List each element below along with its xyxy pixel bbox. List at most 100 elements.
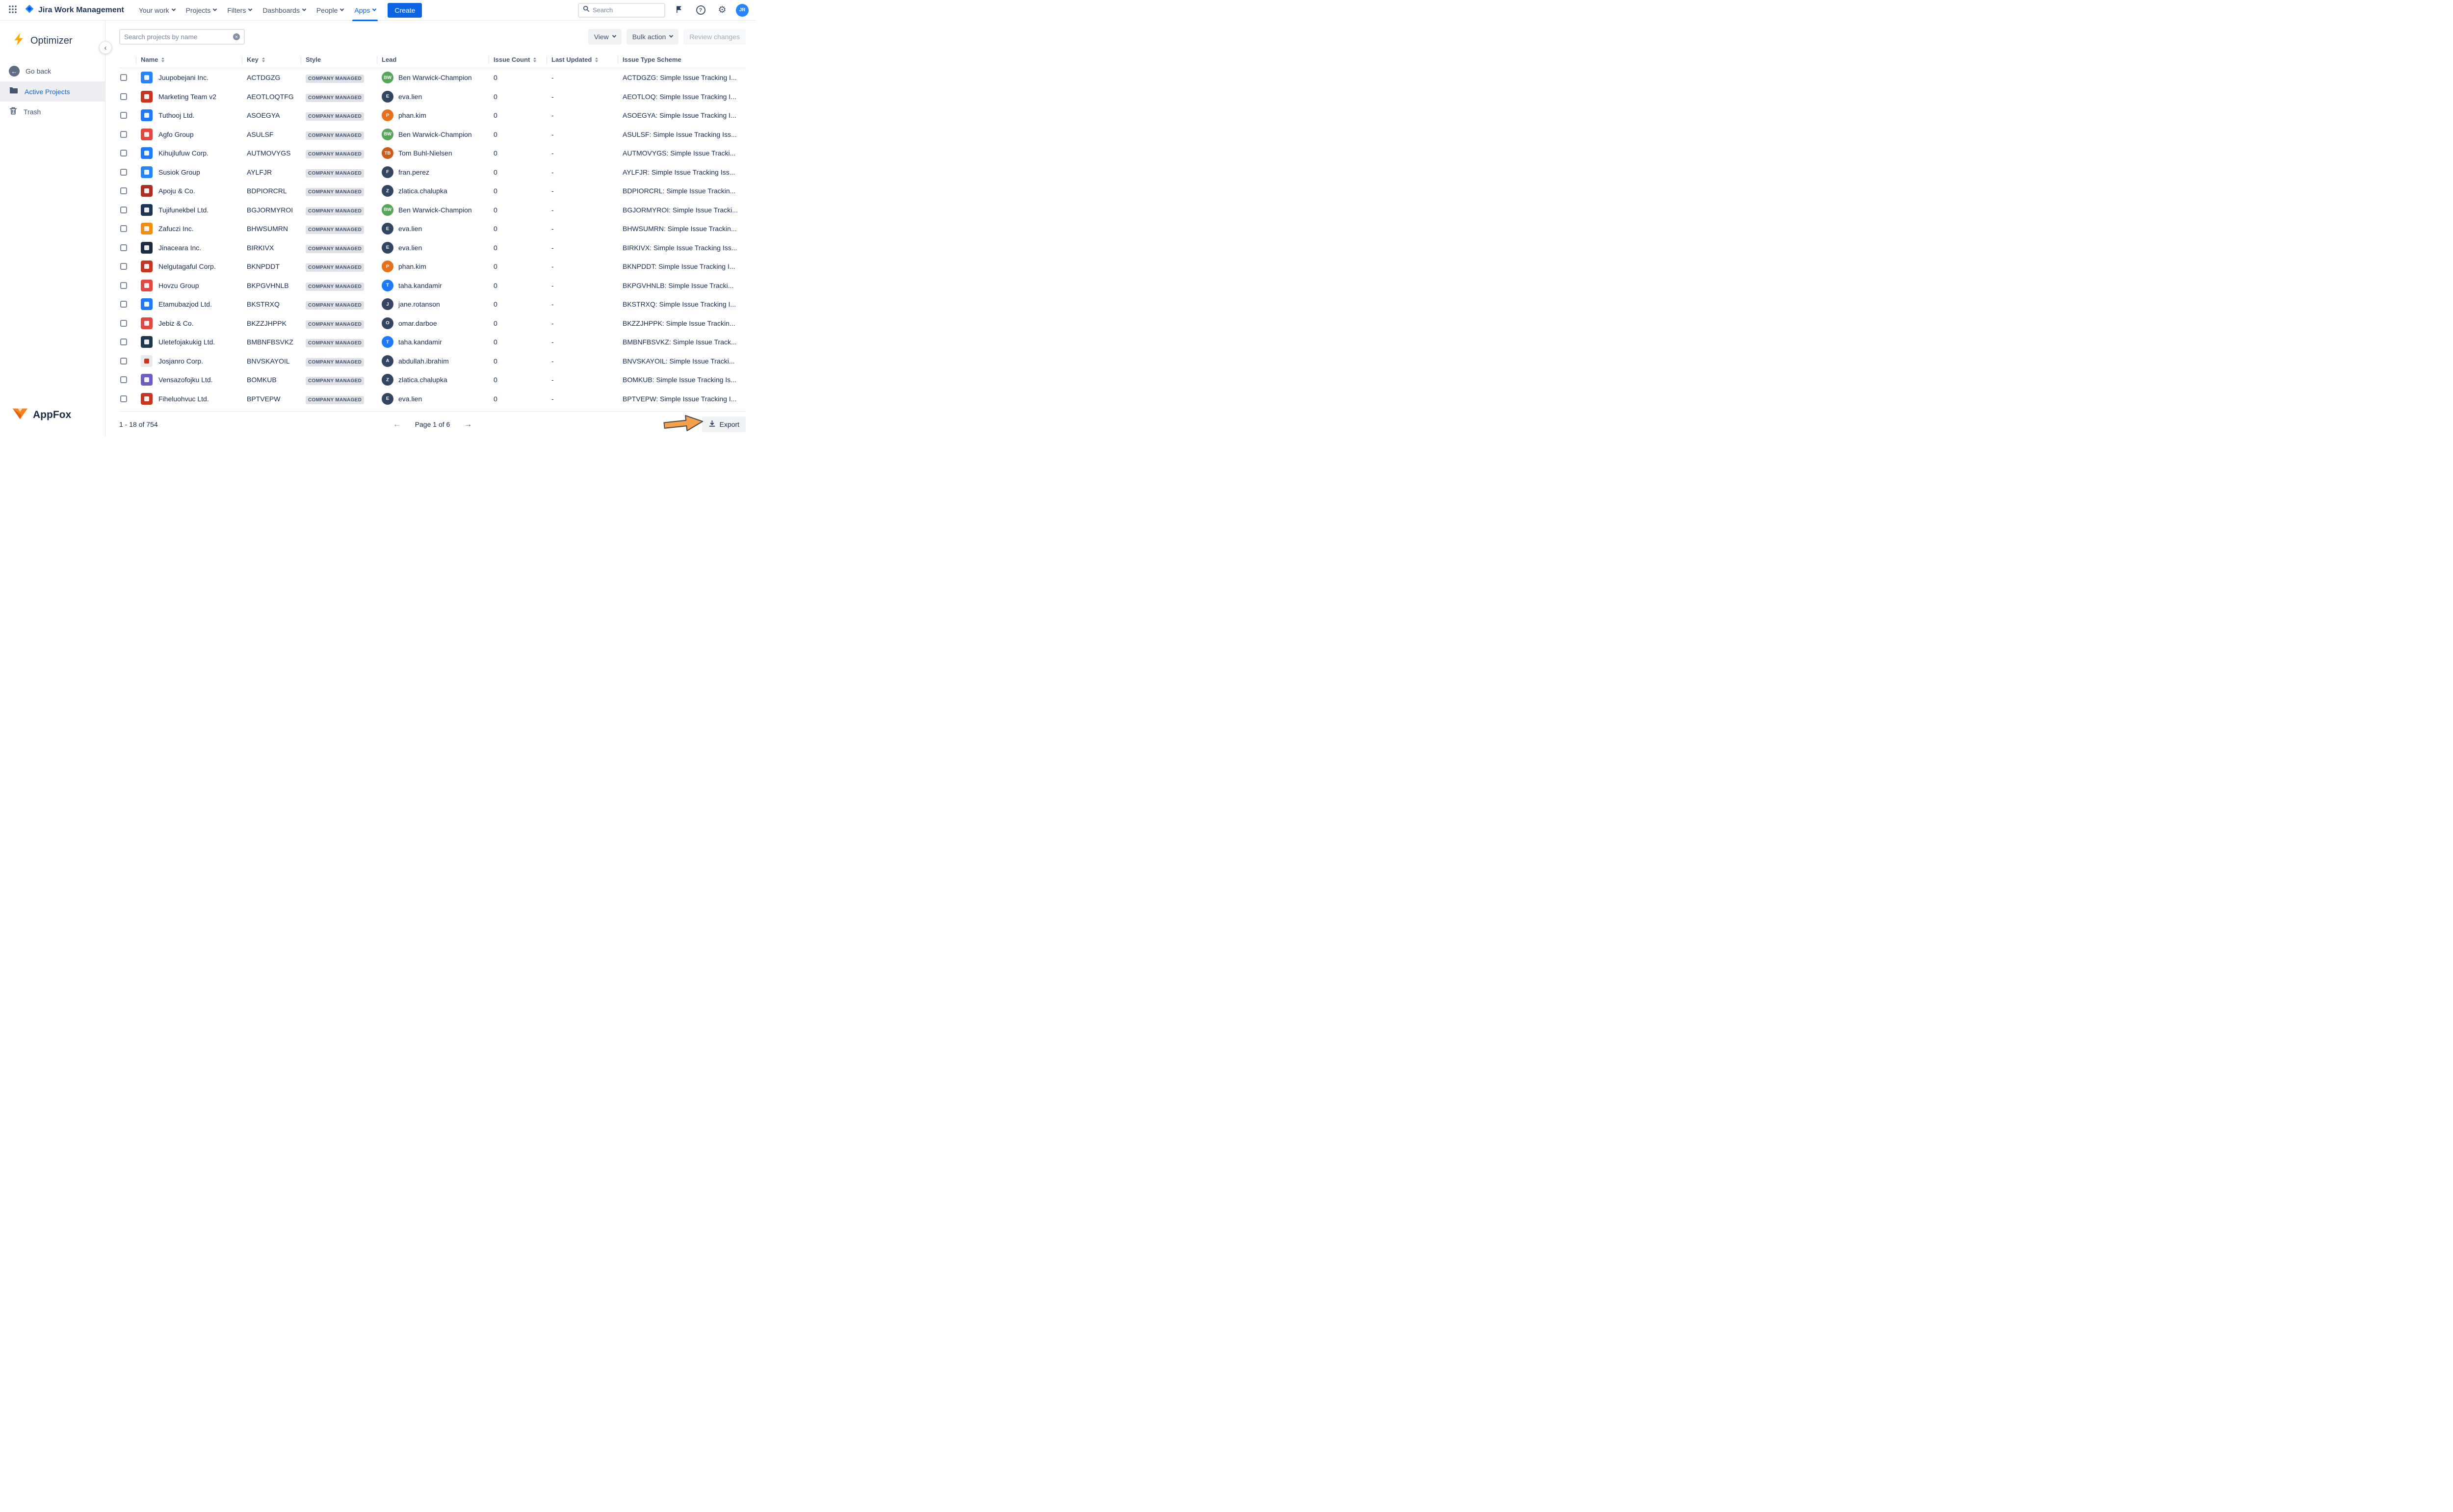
row-checkbox[interactable]: [120, 150, 127, 156]
nav-projects[interactable]: Projects: [181, 3, 222, 18]
row-checkbox[interactable]: [120, 131, 127, 138]
project-search[interactable]: ✕: [119, 29, 245, 45]
project-key: AEOTLOQTFG: [247, 93, 306, 101]
row-checkbox[interactable]: [120, 282, 127, 289]
project-name-link[interactable]: Kihujlufuw Corp.: [158, 149, 209, 157]
user-avatar[interactable]: JR: [736, 4, 749, 17]
row-select-cell: [119, 74, 141, 81]
row-select-cell: [119, 320, 141, 327]
lead-name: omar.darboe: [398, 319, 437, 327]
row-checkbox[interactable]: [120, 358, 127, 365]
project-name-cell: Marketing Team v2: [141, 91, 247, 103]
project-name-link[interactable]: Josjanro Corp.: [158, 357, 203, 365]
lead-name: Ben Warwick-Champion: [398, 206, 472, 214]
table-row: Uletefojakukig Ltd.BMBNFBSVKZCOMPANY MAN…: [119, 333, 746, 352]
row-checkbox[interactable]: [120, 263, 127, 270]
nav-people[interactable]: People: [312, 3, 349, 18]
project-name-link[interactable]: Fiheluohvuc Ltd.: [158, 395, 209, 403]
sidebar-collapse-button[interactable]: ‹: [99, 41, 112, 54]
row-checkbox[interactable]: [120, 301, 127, 308]
appfox-title: AppFox: [33, 409, 71, 421]
project-name-link[interactable]: Nelgutagaful Corp.: [158, 262, 216, 270]
column-header-issue-count[interactable]: Issue Count: [494, 52, 551, 68]
settings-button[interactable]: ⚙: [714, 2, 730, 18]
row-checkbox[interactable]: [120, 93, 127, 100]
jira-brand[interactable]: Jira Work Management: [25, 4, 124, 16]
project-name-link[interactable]: Marketing Team v2: [158, 93, 216, 101]
project-name-link[interactable]: Zafuczi Inc.: [158, 225, 194, 233]
global-search[interactable]: [578, 3, 665, 18]
row-checkbox[interactable]: [120, 395, 127, 402]
column-header-key[interactable]: Key: [247, 52, 306, 68]
help-button[interactable]: ?: [693, 2, 708, 18]
global-search-input[interactable]: [593, 6, 660, 14]
project-name-link[interactable]: Tujifunekbel Ltd.: [158, 206, 209, 214]
sort-icon[interactable]: [262, 57, 265, 62]
project-avatar-icon: [141, 317, 153, 329]
project-name-link[interactable]: Etamubazjod Ltd.: [158, 300, 212, 308]
project-name-link[interactable]: Uletefojakukig Ltd.: [158, 338, 215, 346]
brand-title: Jira Work Management: [38, 6, 124, 15]
project-name-link[interactable]: Vensazofojku Ltd.: [158, 376, 213, 384]
row-checkbox[interactable]: [120, 169, 127, 176]
app-switcher-button[interactable]: [5, 2, 21, 18]
nav-your-work[interactable]: Your work: [134, 3, 180, 18]
export-annotation-arrow: [663, 412, 705, 437]
project-search-input[interactable]: [124, 33, 230, 41]
sort-icon[interactable]: [595, 57, 598, 62]
row-checkbox[interactable]: [120, 376, 127, 383]
project-name-link[interactable]: Susiok Group: [158, 168, 200, 176]
project-style-cell: COMPANY MANAGED: [306, 357, 382, 365]
issue-count: 0: [494, 168, 551, 176]
project-name-link[interactable]: Agfo Group: [158, 130, 194, 138]
review-changes-button[interactable]: Review changes: [683, 29, 746, 45]
sidebar-item-trash[interactable]: Trash: [0, 102, 105, 122]
create-button[interactable]: Create: [388, 3, 422, 18]
row-checkbox[interactable]: [120, 187, 127, 194]
sort-icon[interactable]: [161, 57, 164, 62]
project-name-link[interactable]: Apoju & Co.: [158, 187, 195, 195]
row-checkbox[interactable]: [120, 207, 127, 213]
project-name-link[interactable]: Juupobejani Inc.: [158, 74, 209, 81]
view-button[interactable]: View: [588, 29, 622, 45]
project-name-link[interactable]: Tuthooj Ltd.: [158, 111, 194, 119]
style-badge: COMPANY MANAGED: [306, 396, 364, 404]
row-checkbox[interactable]: [120, 74, 127, 81]
column-header-last-updated[interactable]: Last Updated: [551, 52, 623, 68]
nav-apps[interactable]: Apps: [349, 3, 381, 18]
row-checkbox[interactable]: [120, 112, 127, 119]
last-updated: -: [551, 130, 623, 138]
style-badge: COMPANY MANAGED: [306, 150, 364, 158]
project-key: BIRKIVX: [247, 244, 306, 252]
project-avatar-icon: [141, 393, 153, 405]
bulk-action-button[interactable]: Bulk action: [626, 29, 678, 45]
sort-up-arrow-icon: [533, 57, 536, 59]
row-checkbox[interactable]: [120, 244, 127, 251]
project-name-cell: Josjanro Corp.: [141, 355, 247, 367]
project-avatar-glyph: [144, 339, 149, 344]
project-name-link[interactable]: Jinaceara Inc.: [158, 244, 201, 252]
row-checkbox[interactable]: [120, 320, 127, 327]
nav-filters[interactable]: Filters: [222, 3, 257, 18]
sort-icon[interactable]: [533, 57, 536, 62]
project-avatar-icon: [141, 355, 153, 367]
clear-search-icon[interactable]: ✕: [233, 33, 240, 40]
table-row: Marketing Team v2AEOTLOQTFGCOMPANY MANAG…: [119, 87, 746, 106]
column-header-name[interactable]: Name: [141, 52, 247, 68]
sidebar-item-active-projects[interactable]: Active Projects: [0, 81, 105, 102]
flag-button[interactable]: [671, 2, 687, 18]
gear-icon: ⚙: [718, 5, 726, 15]
go-back-item[interactable]: ← Go back: [0, 61, 105, 81]
style-badge: COMPANY MANAGED: [306, 263, 364, 272]
trash-icon: [9, 106, 18, 117]
row-checkbox[interactable]: [120, 225, 127, 232]
project-name-link[interactable]: Hovzu Group: [158, 282, 199, 289]
row-checkbox[interactable]: [120, 339, 127, 345]
project-name-link[interactable]: Jebiz & Co.: [158, 319, 194, 327]
help-icon: ?: [696, 5, 705, 15]
previous-page-arrow-icon[interactable]: ←: [393, 420, 401, 428]
export-button[interactable]: Export: [702, 417, 746, 432]
nav-dashboards[interactable]: Dashboards: [258, 3, 311, 18]
project-avatar-icon: [141, 223, 153, 235]
next-page-arrow-icon[interactable]: →: [464, 420, 472, 428]
